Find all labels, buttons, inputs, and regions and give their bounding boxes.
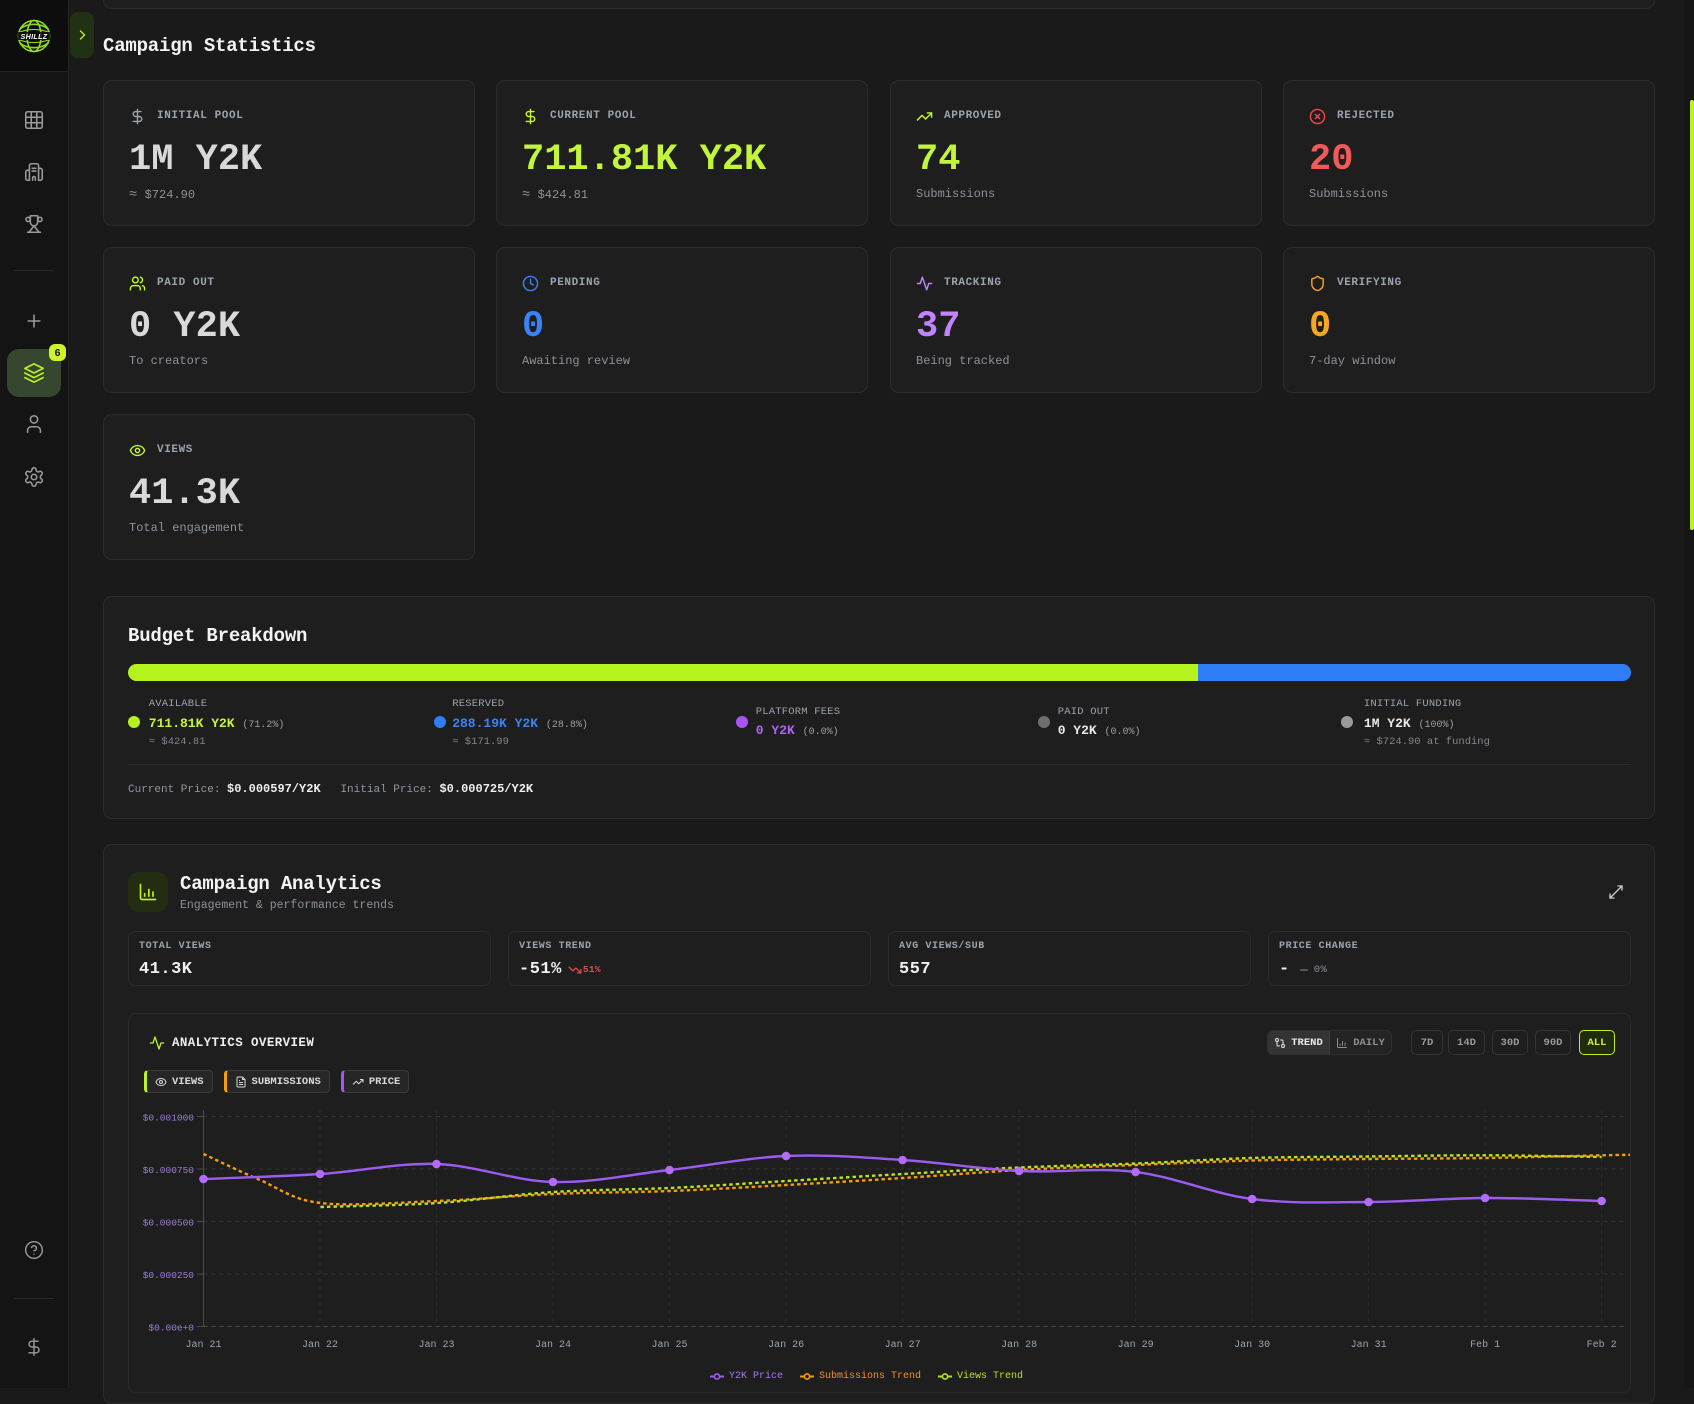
- svg-text:Jan 26: Jan 26: [768, 1340, 804, 1351]
- svg-text:$0.000750: $0.000750: [143, 1165, 195, 1176]
- svg-text:$0.000500: $0.000500: [143, 1218, 195, 1229]
- svg-text:SHILLZ: SHILLZ: [21, 32, 48, 41]
- svg-text:$0.00e+0: $0.00e+0: [148, 1323, 194, 1334]
- svg-text:Feb 2: Feb 2: [1587, 1339, 1617, 1351]
- svg-text:Jan 22: Jan 22: [302, 1340, 338, 1351]
- svg-text:Jan 29: Jan 29: [1118, 1340, 1154, 1351]
- svg-text:$0.000250: $0.000250: [143, 1270, 195, 1281]
- svg-text:$0.001000: $0.001000: [143, 1113, 195, 1124]
- svg-text:Jan 24: Jan 24: [535, 1340, 571, 1351]
- svg-text:Jan 25: Jan 25: [651, 1340, 687, 1351]
- svg-text:Feb 1: Feb 1: [1470, 1339, 1500, 1351]
- svg-text:Jan 30: Jan 30: [1234, 1340, 1270, 1351]
- svg-text:Jan 31: Jan 31: [1351, 1340, 1387, 1351]
- svg-text:Jan 27: Jan 27: [885, 1340, 921, 1351]
- svg-text:Jan 21: Jan 21: [185, 1340, 221, 1351]
- svg-text:Jan 28: Jan 28: [1001, 1340, 1037, 1351]
- svg-text:Jan 23: Jan 23: [418, 1340, 454, 1351]
